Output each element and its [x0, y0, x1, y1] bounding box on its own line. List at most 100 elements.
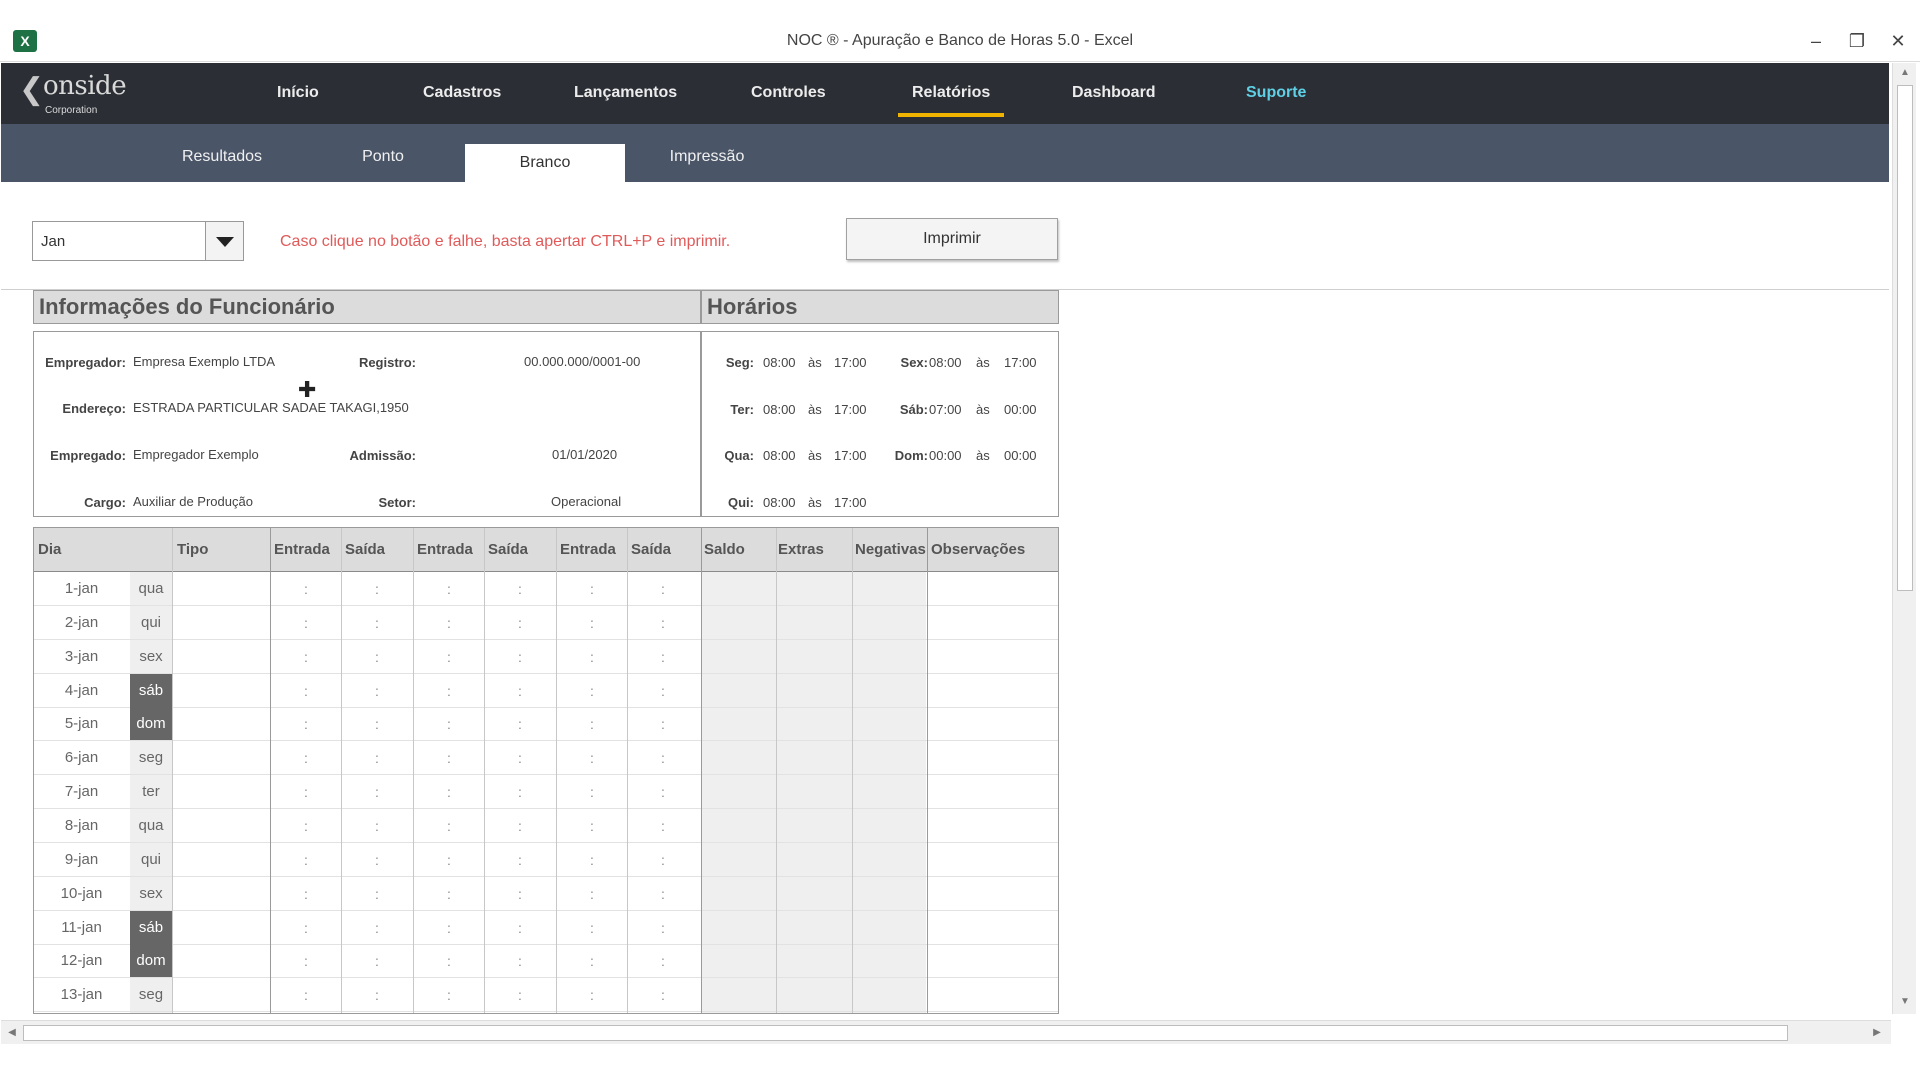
time-cell[interactable]: :: [342, 606, 412, 640]
nav-cadastros[interactable]: Cadastros: [423, 84, 501, 102]
nav-lancamentos[interactable]: Lançamentos: [574, 84, 677, 102]
time-cell[interactable]: :: [342, 809, 412, 843]
time-cell[interactable]: :: [557, 674, 627, 708]
nav-suporte[interactable]: Suporte: [1246, 84, 1306, 102]
time-cell[interactable]: :: [485, 572, 555, 606]
time-cell[interactable]: :: [342, 572, 412, 606]
tab-ponto[interactable]: Ponto: [303, 124, 463, 182]
close-button[interactable]: ✕: [1883, 28, 1913, 54]
time-cell[interactable]: :: [414, 877, 484, 911]
time-cell[interactable]: :: [628, 911, 698, 945]
time-cell[interactable]: :: [485, 877, 555, 911]
time-cell[interactable]: :: [414, 606, 484, 640]
time-cell[interactable]: :: [557, 944, 627, 978]
time-cell[interactable]: :: [271, 775, 341, 809]
time-cell[interactable]: :: [557, 809, 627, 843]
month-dropdown[interactable]: Jan: [32, 221, 244, 261]
time-cell[interactable]: :: [628, 775, 698, 809]
nav-controles[interactable]: Controles: [751, 84, 826, 102]
time-cell[interactable]: :: [342, 911, 412, 945]
time-cell[interactable]: :: [414, 707, 484, 741]
time-cell[interactable]: :: [414, 809, 484, 843]
nav-dashboard[interactable]: Dashboard: [1072, 84, 1156, 102]
time-cell[interactable]: :: [271, 640, 341, 674]
time-cell[interactable]: :: [485, 606, 555, 640]
time-cell[interactable]: :: [628, 978, 698, 1012]
time-cell[interactable]: :: [271, 877, 341, 911]
scroll-left-icon[interactable]: ◀: [2, 1023, 22, 1043]
time-cell[interactable]: :: [271, 674, 341, 708]
time-cell[interactable]: :: [342, 877, 412, 911]
time-cell[interactable]: :: [485, 978, 555, 1012]
time-cell[interactable]: :: [414, 741, 484, 775]
time-cell[interactable]: :: [271, 809, 341, 843]
time-cell[interactable]: :: [342, 978, 412, 1012]
time-cell[interactable]: :: [628, 877, 698, 911]
time-cell[interactable]: :: [271, 944, 341, 978]
minimize-button[interactable]: –: [1801, 28, 1831, 54]
time-cell[interactable]: :: [414, 674, 484, 708]
time-cell[interactable]: :: [485, 640, 555, 674]
time-cell[interactable]: :: [342, 640, 412, 674]
time-cell[interactable]: :: [271, 911, 341, 945]
time-cell[interactable]: :: [342, 843, 412, 877]
time-cell[interactable]: :: [342, 707, 412, 741]
time-cell[interactable]: :: [557, 978, 627, 1012]
time-cell[interactable]: :: [557, 640, 627, 674]
time-cell[interactable]: :: [414, 775, 484, 809]
tab-impressao[interactable]: Impressão: [627, 124, 787, 182]
time-cell[interactable]: :: [628, 809, 698, 843]
time-cell[interactable]: :: [342, 741, 412, 775]
time-cell[interactable]: :: [414, 911, 484, 945]
time-cell[interactable]: :: [414, 843, 484, 877]
time-cell[interactable]: :: [414, 640, 484, 674]
dropdown-arrow-icon[interactable]: [205, 222, 243, 260]
time-cell[interactable]: :: [485, 674, 555, 708]
time-cell[interactable]: :: [557, 843, 627, 877]
time-cell[interactable]: :: [557, 707, 627, 741]
time-cell[interactable]: :: [557, 572, 627, 606]
time-cell[interactable]: :: [271, 707, 341, 741]
time-cell[interactable]: :: [557, 775, 627, 809]
nav-relatorios[interactable]: Relatórios: [897, 84, 1005, 117]
time-cell[interactable]: :: [342, 775, 412, 809]
time-cell[interactable]: :: [271, 572, 341, 606]
time-cell[interactable]: :: [485, 775, 555, 809]
print-button[interactable]: Imprimir: [846, 218, 1058, 260]
horizontal-scroll-thumb[interactable]: [23, 1025, 1788, 1041]
time-cell[interactable]: :: [271, 741, 341, 775]
scroll-right-icon[interactable]: ▶: [1867, 1023, 1887, 1043]
tab-branco[interactable]: Branco: [465, 144, 625, 182]
time-cell[interactable]: :: [628, 640, 698, 674]
time-cell[interactable]: :: [485, 741, 555, 775]
time-cell[interactable]: :: [557, 606, 627, 640]
time-cell[interactable]: :: [628, 674, 698, 708]
time-cell[interactable]: :: [628, 572, 698, 606]
time-cell[interactable]: :: [557, 877, 627, 911]
time-cell[interactable]: :: [414, 978, 484, 1012]
time-cell[interactable]: :: [557, 741, 627, 775]
time-cell[interactable]: :: [628, 944, 698, 978]
time-cell[interactable]: :: [628, 843, 698, 877]
time-cell[interactable]: :: [485, 809, 555, 843]
time-cell[interactable]: :: [628, 707, 698, 741]
time-cell[interactable]: :: [557, 911, 627, 945]
time-cell[interactable]: :: [271, 843, 341, 877]
tab-resultados[interactable]: Resultados: [142, 124, 302, 182]
horizontal-scrollbar[interactable]: ◀ ▶: [1, 1020, 1891, 1044]
time-cell[interactable]: :: [485, 843, 555, 877]
scroll-down-icon[interactable]: ▼: [1895, 992, 1915, 1012]
time-cell[interactable]: :: [342, 674, 412, 708]
scroll-up-icon[interactable]: ▲: [1895, 63, 1915, 83]
time-cell[interactable]: :: [342, 944, 412, 978]
time-cell[interactable]: :: [628, 606, 698, 640]
time-cell[interactable]: :: [485, 944, 555, 978]
time-cell[interactable]: :: [485, 707, 555, 741]
time-cell[interactable]: :: [271, 978, 341, 1012]
time-cell[interactable]: :: [414, 944, 484, 978]
nav-inicio[interactable]: Início: [277, 84, 319, 102]
restore-button[interactable]: ❐: [1842, 28, 1872, 54]
time-cell[interactable]: :: [414, 572, 484, 606]
time-cell[interactable]: :: [628, 741, 698, 775]
vertical-scroll-thumb[interactable]: [1897, 85, 1913, 591]
